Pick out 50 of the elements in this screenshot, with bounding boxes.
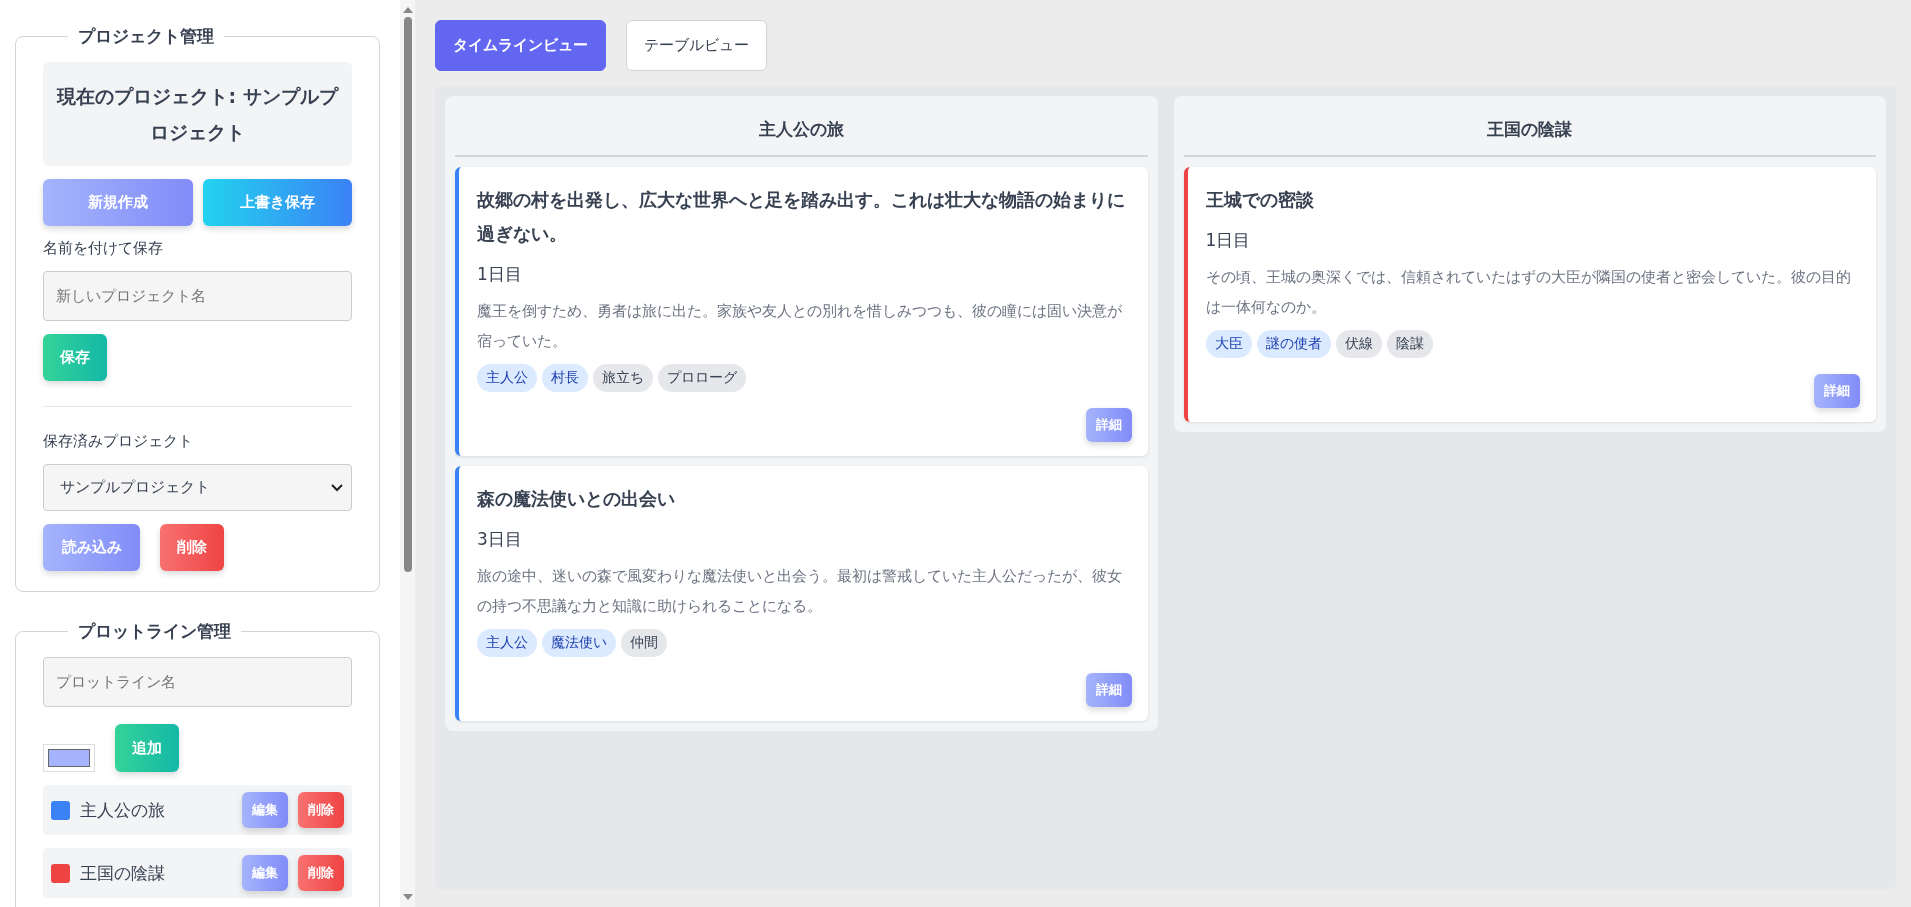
- event-title: 森の魔法使いとの出会い: [477, 487, 676, 511]
- tag: 主人公: [477, 629, 537, 657]
- tag: 主人公: [477, 364, 537, 392]
- delete-button[interactable]: 削除: [298, 792, 344, 828]
- new-button[interactable]: 新規作成: [43, 179, 193, 226]
- tag: 村長: [542, 364, 588, 392]
- current-project-label: 現在のプロジェクト: サンプルプロジェクト: [43, 62, 352, 166]
- event-description: 旅の途中、迷いの森で風変わりな魔法使いと出会う。最初は警戒していた主人公だったが、彼女の持つ不思議な力と知識に助けられることになる。: [477, 566, 1123, 617]
- tag: プロローグ: [658, 364, 746, 392]
- chevron-down-icon: [331, 483, 343, 492]
- detail-button[interactable]: 詳細: [1085, 673, 1132, 707]
- add-button[interactable]: 追加: [115, 724, 179, 772]
- tag: 大臣: [1205, 330, 1252, 358]
- view-tab[interactable]: テーブルビュー: [626, 20, 767, 71]
- edit-button[interactable]: 編集: [242, 855, 288, 891]
- detail-button[interactable]: 詳細: [1085, 408, 1132, 442]
- delete-button[interactable]: 削除: [298, 855, 344, 891]
- event-description: その頃、王城の奥深くでは、信頼されていたはずの大臣が隣国の使者と密会していた。彼の目的は一体何なのか。: [1205, 267, 1852, 318]
- column-title: 主人公の旅: [455, 96, 1148, 157]
- overwrite-button[interactable]: 上書き保存: [202, 179, 352, 226]
- tag: 魔法使い: [542, 629, 616, 657]
- field-label: 保存済みプロジェクト: [43, 432, 194, 451]
- save-button[interactable]: 保存: [43, 334, 107, 381]
- project-name-field[interactable]: 新しいプロジェクト名: [43, 271, 352, 321]
- delete-button[interactable]: 削除: [160, 524, 224, 571]
- tag: 謎の使者: [1256, 330, 1331, 358]
- panel-legend: プロジェクト管理: [68, 25, 224, 48]
- field-label: 名前を付けて保存: [43, 239, 164, 258]
- project-select[interactable]: サンプルプロジェクト: [43, 464, 352, 511]
- event-day: 3日目: [477, 528, 1132, 551]
- view-tab[interactable]: タイムラインビュー: [435, 20, 606, 71]
- scrollbar[interactable]: [400, 0, 415, 907]
- tag: 旅立ち: [593, 364, 653, 392]
- plotline-name-field[interactable]: プロットライン名: [43, 657, 352, 707]
- tag: 仲間: [621, 629, 667, 657]
- tag: 陰謀: [1386, 330, 1433, 358]
- plotline-name: 主人公の旅: [80, 798, 166, 822]
- event-day: 1日目: [477, 263, 1132, 286]
- plotline-name: 王国の陰謀: [80, 861, 166, 885]
- color-picker[interactable]: [43, 744, 95, 772]
- load-button[interactable]: 読み込み: [43, 524, 140, 571]
- event-description: 魔王を倒すため、勇者は旅に出た。家族や友人との別れを惜しみつつも、彼の瞳には固い決意が宿っていた。: [477, 301, 1123, 352]
- column-title: 王国の陰謀: [1183, 96, 1876, 157]
- detail-button[interactable]: 詳細: [1814, 374, 1860, 408]
- event-title: 王城での密談: [1205, 188, 1315, 212]
- panel-legend: プロットライン管理: [68, 620, 241, 643]
- edit-button[interactable]: 編集: [242, 792, 288, 828]
- event-day: 1日目: [1205, 229, 1860, 252]
- event-title: 故郷の村を出発し、広大な世界へと足を踏み出す。これは壮大な物語の始まりに過ぎない。: [477, 188, 1126, 246]
- tag: 伏線: [1335, 330, 1382, 358]
